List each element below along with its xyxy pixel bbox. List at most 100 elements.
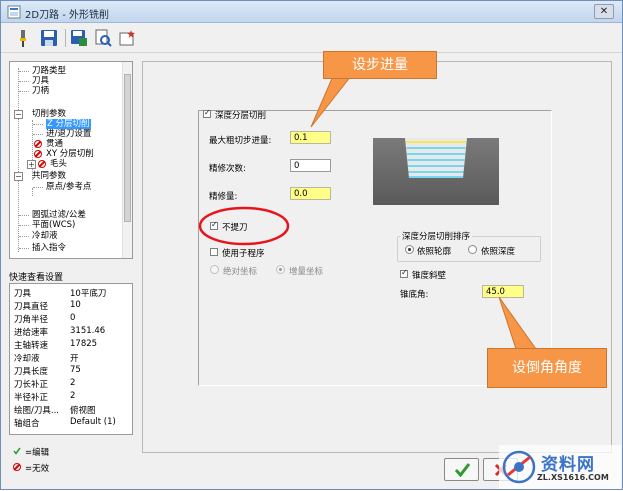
finish-amount-label: 精修量: bbox=[209, 192, 238, 202]
depth-cuts-label: 深度分层切削 bbox=[215, 111, 267, 121]
tree-item-linking[interactable]: 共同参数 bbox=[32, 171, 66, 181]
qv-value: 2 bbox=[70, 378, 76, 388]
tree-connector bbox=[19, 215, 29, 216]
disabled-icon bbox=[34, 140, 42, 148]
incremental-radio[interactable] bbox=[276, 265, 285, 274]
finish-amount-input[interactable]: 0.0 bbox=[290, 187, 331, 200]
app-icon bbox=[7, 5, 21, 19]
taper-angle-input[interactable]: 45.0 bbox=[482, 285, 524, 298]
tree-item-tool[interactable]: 刀具 bbox=[32, 76, 49, 86]
tree-item-break-through[interactable]: 贯通 bbox=[46, 139, 63, 149]
checkmark-icon bbox=[13, 447, 21, 455]
incremental-label: 增量坐标 bbox=[289, 267, 324, 277]
qv-value: Default (1) bbox=[70, 417, 116, 427]
tree-item-home[interactable]: 原点/参考点 bbox=[46, 182, 91, 192]
save-as-icon[interactable] bbox=[69, 28, 89, 48]
qv-value: 75 bbox=[70, 365, 81, 375]
tree-item-lead-in-out[interactable]: 进/退刀设置 bbox=[46, 129, 91, 139]
disabled-icon bbox=[13, 463, 21, 471]
check-icon bbox=[455, 463, 470, 477]
max-rough-label: 最大粗切步进量: bbox=[209, 136, 272, 146]
qv-value: 17825 bbox=[70, 339, 98, 349]
toolbar-separator bbox=[65, 29, 66, 47]
new-icon[interactable] bbox=[117, 28, 137, 48]
ok-button[interactable] bbox=[444, 458, 479, 481]
absolute-label: 绝对坐标 bbox=[223, 267, 258, 277]
tree-connector bbox=[33, 134, 43, 135]
tree-item-arc-filter[interactable]: 圆弧过滤/公差 bbox=[32, 210, 86, 220]
depth-cuts-checkbox[interactable] bbox=[203, 108, 211, 118]
order-group-title: 深度分层切削排序 bbox=[400, 230, 473, 242]
finish-count-input[interactable]: 0 bbox=[290, 159, 331, 172]
qv-key: 主轴转速 bbox=[14, 341, 49, 351]
close-button[interactable]: ✕ bbox=[594, 4, 614, 19]
parameter-tree: 刀路类型 刀具 刀柄 − 切削参数 Z 分层切削 进/退刀设置 贯通 XY 分层… bbox=[9, 61, 133, 259]
disabled-icon bbox=[34, 150, 42, 158]
tree-item-tabs[interactable]: 毛头 bbox=[50, 159, 67, 169]
finish-count-label: 精修次数: bbox=[209, 164, 246, 174]
tree-item-cut-params[interactable]: 切削参数 bbox=[32, 109, 66, 119]
title-bar: 2D刀路 - 外形铣削 ✕ bbox=[1, 1, 622, 23]
tree-item-canned-text[interactable]: 插入指令 bbox=[32, 243, 66, 253]
tree-item-depth-cuts[interactable]: Z 分层切削 bbox=[46, 119, 91, 129]
qv-value: 10平底刀 bbox=[70, 289, 107, 299]
tree-connector bbox=[19, 81, 29, 82]
dialog-window: 2D刀路 - 外形铣削 ✕ 刀路类型 刀具 刀柄 − 切削参数 Z 分层切削 进… bbox=[0, 0, 623, 490]
collapse-icon[interactable]: − bbox=[14, 110, 23, 119]
max-rough-input[interactable]: 0.1 bbox=[290, 131, 331, 144]
angle-callout: 设倒角角度 bbox=[487, 348, 607, 388]
qv-value: 俯视图 bbox=[70, 406, 96, 416]
taper-angle-label: 锥底角: bbox=[400, 290, 429, 300]
by-contour-radio[interactable] bbox=[405, 245, 414, 254]
qv-key: 绘图/刀具... bbox=[14, 406, 59, 416]
use-subprogram-label: 使用子程序 bbox=[222, 249, 265, 259]
depth-cut-preview bbox=[373, 138, 499, 205]
quick-view-panel: 刀具 10平底刀 刀具直径 10 刀角半径 0 进给速率 3151.46 主轴转… bbox=[9, 283, 133, 435]
tree-item-depth-cuts-label: Z 分层切削 bbox=[46, 119, 91, 129]
save-icon[interactable] bbox=[39, 28, 59, 48]
tree-item-toolpath-type[interactable]: 刀路类型 bbox=[32, 66, 66, 76]
tree-connector bbox=[33, 124, 43, 125]
watermark-brand: 资料网 bbox=[541, 455, 595, 475]
qv-key: 刀角半径 bbox=[14, 315, 49, 325]
no-lift-label: 不提刀 bbox=[222, 223, 248, 233]
qv-key: 冷却液 bbox=[14, 354, 40, 364]
taper-walls-label: 锥度斜壁 bbox=[412, 271, 447, 281]
tree-item-planes[interactable]: 平面(WCS) bbox=[32, 220, 75, 230]
by-contour-label: 依照轮廓 bbox=[417, 247, 452, 257]
absolute-radio[interactable] bbox=[210, 265, 219, 274]
tool-icon[interactable] bbox=[13, 28, 33, 48]
qv-key: 刀具长度 bbox=[14, 367, 49, 377]
scroll-thumb[interactable] bbox=[124, 74, 131, 222]
qv-key: 刀具 bbox=[14, 289, 32, 299]
close-icon: ✕ bbox=[599, 6, 609, 17]
expand-icon[interactable]: + bbox=[27, 160, 36, 169]
tree-item-xy-cuts[interactable]: XY 分层切削 bbox=[46, 149, 94, 159]
tree-item-coolant[interactable]: 冷却液 bbox=[32, 231, 58, 241]
by-depth-label: 依照深度 bbox=[481, 247, 516, 257]
tree-connector bbox=[33, 187, 43, 188]
tree-scrollbar[interactable] bbox=[122, 62, 132, 258]
collapse-icon[interactable]: − bbox=[14, 172, 23, 181]
qv-key: 刀长补正 bbox=[14, 380, 49, 390]
tree-connector bbox=[19, 225, 29, 226]
qv-value: 10 bbox=[70, 300, 81, 310]
legend-disabled: =无效 bbox=[25, 464, 50, 474]
qv-key: 进给速率 bbox=[14, 328, 49, 338]
window-title: 2D刀路 - 外形铣削 bbox=[25, 10, 110, 21]
main-panel bbox=[142, 61, 612, 453]
qv-value: 2 bbox=[70, 391, 76, 401]
tree-line bbox=[32, 188, 33, 196]
tree-connector bbox=[19, 91, 29, 92]
qv-value: 0 bbox=[70, 313, 76, 323]
tree-connector bbox=[19, 71, 29, 72]
tree-item-holder[interactable]: 刀柄 bbox=[32, 86, 49, 96]
quick-view-label: 快速查看设置 bbox=[9, 273, 64, 283]
step-callout: 设步进量 bbox=[323, 51, 437, 79]
view-icon[interactable] bbox=[93, 28, 113, 48]
by-depth-radio[interactable] bbox=[468, 245, 477, 254]
use-subprogram-checkbox[interactable] bbox=[210, 248, 218, 256]
taper-walls-checkbox[interactable] bbox=[400, 268, 408, 278]
qv-key: 刀具直径 bbox=[14, 302, 49, 312]
no-lift-checkbox[interactable] bbox=[210, 220, 218, 230]
